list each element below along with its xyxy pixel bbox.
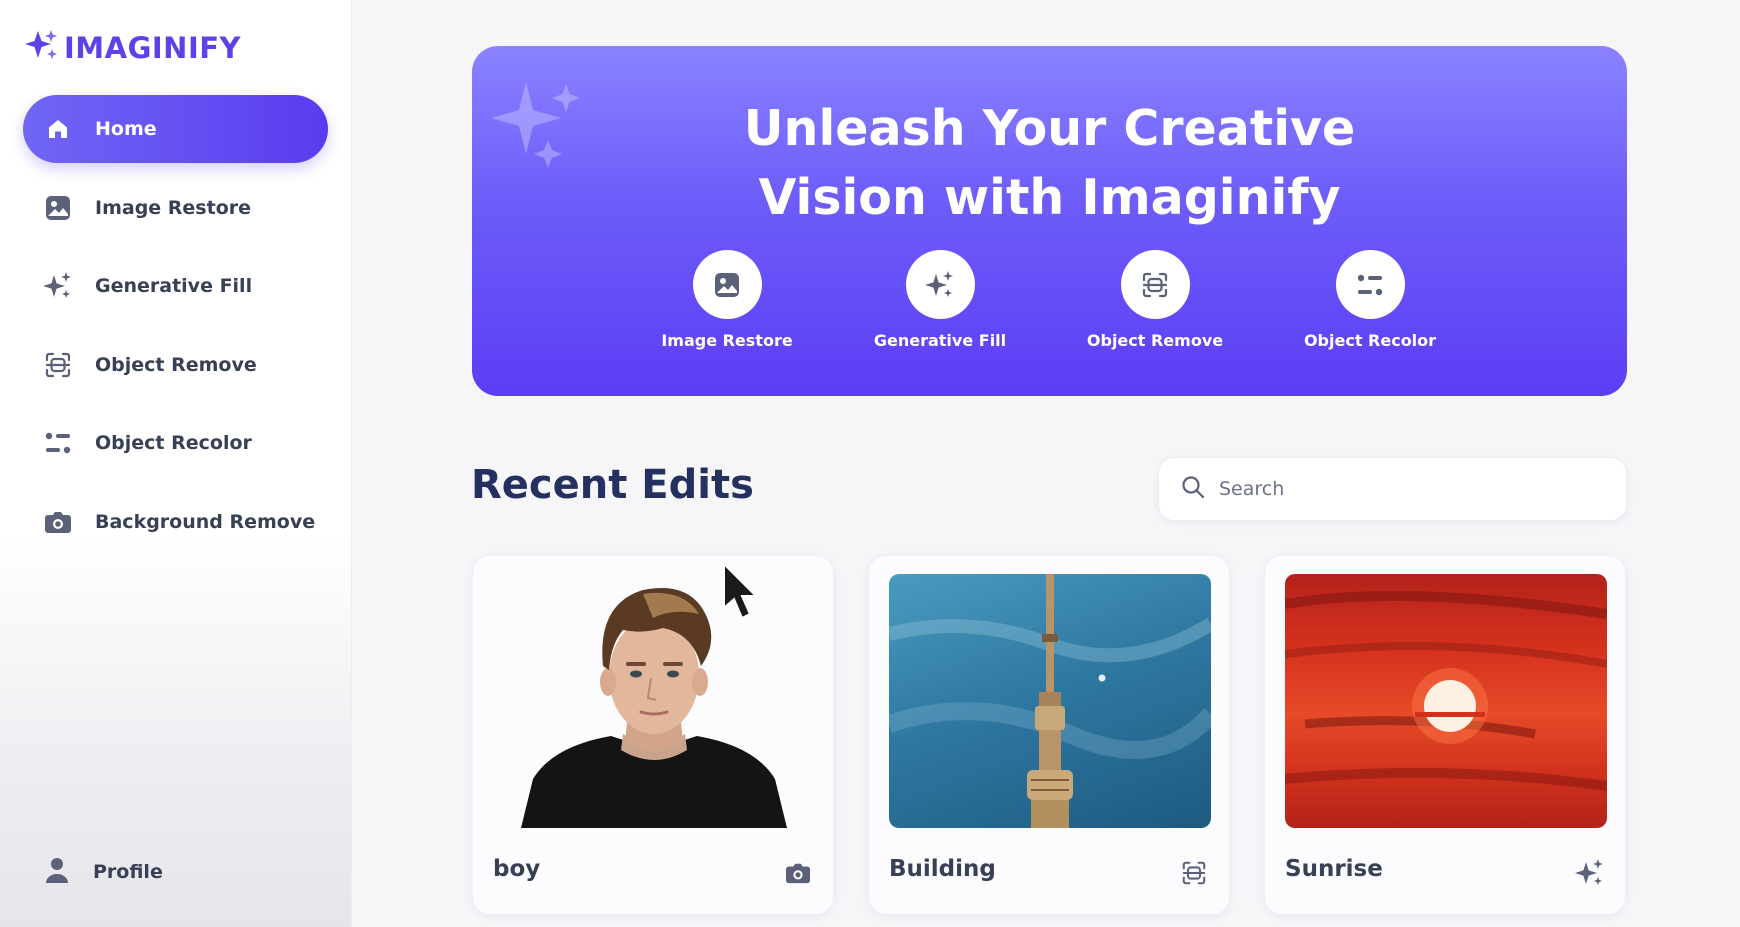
logo-text: IMAGINIFY <box>64 30 242 65</box>
quick-action-generative-fill[interactable]: Generative Fill <box>840 250 1040 350</box>
sidebar-item-label: Object Recolor <box>95 432 252 454</box>
filter-icon <box>1335 250 1405 319</box>
edit-card-boy[interactable]: boy <box>472 555 834 915</box>
sidebar-nav: Home Image Restore Generative Fill Objec… <box>23 95 328 566</box>
home-icon <box>43 114 73 144</box>
logo-sparkle-icon <box>24 28 60 67</box>
sparkles-icon <box>905 250 975 319</box>
sidebar-item-label: Background Remove <box>95 510 316 533</box>
edit-thumbnail[interactable] <box>493 574 815 828</box>
scan-icon <box>43 350 73 380</box>
sparkles-icon <box>1575 858 1605 888</box>
mouse-pointer-icon <box>720 561 764 629</box>
quick-action-label: Generative Fill <box>873 331 1007 350</box>
edit-title: Sunrise <box>1285 856 1383 882</box>
hero-banner: Unleash Your Creative Vision with Imagin… <box>472 46 1627 396</box>
quick-action-label: Object Remove <box>1086 331 1224 350</box>
sidebar-item-image-restore[interactable]: Image Restore <box>23 174 328 242</box>
scan-icon <box>1179 858 1209 888</box>
edit-title: boy <box>493 856 541 882</box>
hero-title-line-1: Unleash Your Creative <box>743 100 1356 157</box>
sidebar-item-label: Object Remove <box>95 353 257 376</box>
scan-icon <box>1120 250 1190 319</box>
image-icon <box>692 250 762 319</box>
app-logo[interactable]: IMAGINIFY <box>24 28 241 67</box>
sidebar-item-home[interactable]: Home <box>23 95 328 163</box>
profile-label: Profile <box>93 861 163 883</box>
edit-title: Building <box>889 856 996 882</box>
sidebar-item-profile[interactable]: Profile <box>43 852 163 892</box>
quick-action-object-recolor[interactable]: Object Recolor <box>1270 250 1470 350</box>
edit-card-building[interactable]: Building <box>868 555 1230 915</box>
recent-edits-title: Recent Edits <box>471 462 754 508</box>
hero-title: Unleash Your Creative Vision with Imagin… <box>472 94 1627 232</box>
sidebar-item-object-recolor[interactable]: Object Recolor <box>23 409 328 477</box>
sidebar-item-object-remove[interactable]: Object Remove <box>23 331 328 399</box>
sidebar-item-label: Home <box>95 118 157 140</box>
sidebar: IMAGINIFY Home Image Restore Generative … <box>0 0 352 927</box>
image-icon <box>43 193 73 223</box>
search-icon <box>1181 475 1205 504</box>
sidebar-item-background-remove[interactable]: Background Remove <box>23 488 328 556</box>
quick-action-label: Object Recolor <box>1303 331 1437 350</box>
camera-icon <box>783 858 813 888</box>
quick-action-object-remove[interactable]: Object Remove <box>1055 250 1255 350</box>
camera-icon <box>43 507 73 537</box>
sidebar-item-label: Generative Fill <box>95 275 253 297</box>
edit-card-sunrise[interactable]: Sunrise <box>1264 555 1626 915</box>
sparkles-icon <box>43 271 73 301</box>
sidebar-item-generative-fill[interactable]: Generative Fill <box>23 252 328 320</box>
quick-action-image-restore[interactable]: Image Restore <box>627 250 827 350</box>
quick-action-label: Image Restore <box>661 331 793 350</box>
user-icon <box>43 856 71 889</box>
search-input[interactable] <box>1219 478 1599 500</box>
hero-title-line-2: Vision with Imaginify <box>758 169 1341 226</box>
edit-thumbnail[interactable] <box>1285 574 1607 828</box>
filter-icon <box>43 428 73 458</box>
sidebar-item-label: Image Restore <box>95 196 252 219</box>
edit-thumbnail[interactable] <box>889 574 1211 828</box>
search-box[interactable] <box>1158 457 1627 521</box>
